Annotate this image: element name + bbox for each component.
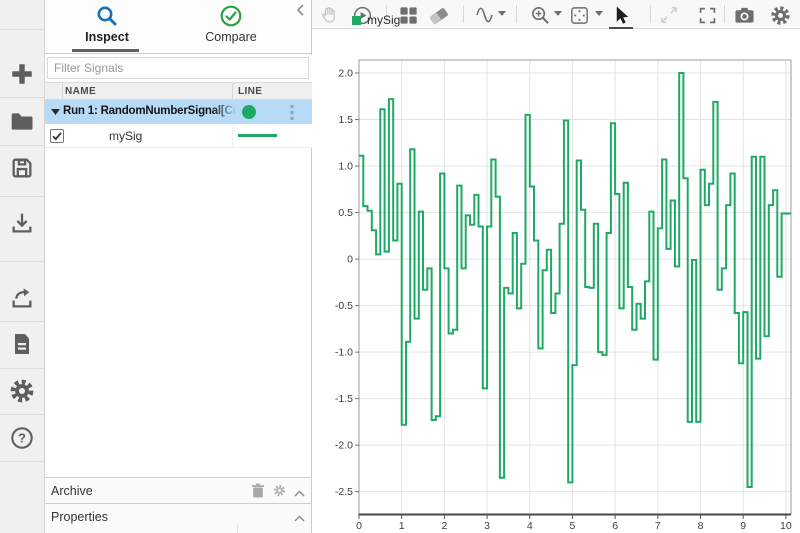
divider <box>62 83 63 100</box>
svg-text:7: 7 <box>655 520 661 532</box>
active-tab-indicator <box>72 49 139 52</box>
divider <box>0 196 44 197</box>
divider <box>232 124 233 147</box>
pan-hand-icon <box>316 3 340 27</box>
tab-compare[interactable]: Compare <box>169 4 293 44</box>
svg-text:-0.5: -0.5 <box>335 300 353 312</box>
svg-text:1.5: 1.5 <box>338 114 353 126</box>
run-label: Run 1: RandomNumberSignal[Curren <box>63 105 241 117</box>
svg-text:8: 8 <box>698 520 704 532</box>
archive-label: Archive <box>51 484 93 498</box>
divider <box>232 83 233 100</box>
svg-text:3: 3 <box>484 520 490 532</box>
properties-label: Properties <box>51 510 108 524</box>
collapse-up-icon[interactable] <box>294 484 305 502</box>
toolbar-divider <box>463 5 464 23</box>
divider <box>0 461 44 462</box>
help-icon[interactable]: ? <box>10 426 35 451</box>
filter-row <box>45 55 312 82</box>
toolbar-divider <box>516 5 517 23</box>
simulation-data-inspector-window: ? Inspect Compare Filter Signals NAME LI… <box>0 0 800 533</box>
left-toolstrip: ? <box>0 0 45 533</box>
magnifier-icon <box>45 4 169 28</box>
collapse-panel-icon[interactable] <box>296 4 306 16</box>
preferences-gear-icon[interactable] <box>9 378 35 404</box>
filter-signals-input[interactable] <box>47 57 309 79</box>
column-header-line: LINE <box>238 86 263 97</box>
svg-text:1.0: 1.0 <box>338 161 353 173</box>
divider <box>0 145 44 146</box>
plot-panel: mySig 0 1 2 3 4 5 6 7 8 9 10 -2.5 -2.0 -1.5 -1.0 -0.5 0 0… <box>312 0 800 533</box>
import-icon[interactable] <box>10 211 35 236</box>
svg-text:9: 9 <box>740 520 746 532</box>
check-circle-icon <box>169 4 293 28</box>
signal-trace-caret-icon[interactable] <box>498 11 506 16</box>
column-header-name: NAME <box>65 86 97 97</box>
create-report-icon[interactable] <box>10 332 34 356</box>
inspect-panel: Inspect Compare NAME <box>45 0 312 533</box>
svg-text:0: 0 <box>347 254 353 266</box>
export-icon[interactable] <box>10 286 35 311</box>
fit-to-view-icon[interactable] <box>567 3 591 27</box>
plot-legend: mySig <box>352 12 400 28</box>
divider <box>0 261 44 262</box>
trash-icon[interactable] <box>251 483 265 503</box>
archive-gear-icon[interactable] <box>273 484 286 502</box>
collapse-up-icon[interactable] <box>294 509 305 527</box>
signal-trace-icon[interactable] <box>474 3 498 27</box>
svg-text:2.0: 2.0 <box>338 68 353 80</box>
signal-line-swatch <box>238 134 277 137</box>
table-row-mysig[interactable]: mySig <box>45 124 312 148</box>
divider <box>0 414 44 415</box>
svg-text:-2.5: -2.5 <box>335 486 353 498</box>
svg-text:1: 1 <box>399 520 405 532</box>
toolbar-divider <box>724 5 725 23</box>
zoom-caret-icon[interactable] <box>554 11 562 16</box>
row-options-icon[interactable] <box>286 104 298 121</box>
divider <box>0 97 44 98</box>
pointer-tool-icon[interactable] <box>609 3 633 29</box>
svg-text:-1.5: -1.5 <box>335 393 353 405</box>
eraser-icon[interactable] <box>426 3 450 27</box>
plot-settings-gear-icon[interactable] <box>768 3 792 27</box>
add-icon[interactable] <box>9 61 35 87</box>
run-status-dot <box>242 105 256 119</box>
properties-section-header[interactable]: Properties <box>45 503 311 533</box>
legend-label: mySig <box>367 13 401 27</box>
archive-section-header[interactable]: Archive <box>45 477 311 503</box>
svg-text:0.5: 0.5 <box>338 207 353 219</box>
divider <box>0 368 44 369</box>
svg-text:5: 5 <box>570 520 576 532</box>
divider <box>0 29 44 30</box>
save-icon[interactable] <box>10 156 35 181</box>
tab-inspect[interactable]: Inspect <box>45 4 169 44</box>
svg-text:-2.0: -2.0 <box>335 440 353 452</box>
svg-text:-1.0: -1.0 <box>335 347 353 359</box>
open-folder-icon[interactable] <box>9 108 35 134</box>
fit-caret-icon[interactable] <box>595 11 603 16</box>
signal-name: mySig <box>109 129 143 143</box>
svg-text:4: 4 <box>527 520 533 532</box>
divider <box>0 321 44 322</box>
svg-text:10: 10 <box>780 520 792 532</box>
expand-caret-icon[interactable] <box>51 109 60 115</box>
svg-text:?: ? <box>18 430 26 445</box>
signal-plot[interactable]: 0 1 2 3 4 5 6 7 8 9 10 -2.5 -2.0 -1.5 -1.0 -0.5 0 0.5 1.0 1… <box>312 29 800 533</box>
snapshot-camera-icon[interactable] <box>732 3 756 27</box>
panel-tabbar: Inspect Compare <box>45 0 311 54</box>
fullscreen-icon[interactable] <box>695 3 719 27</box>
expand-arrows-icon <box>657 3 681 27</box>
divider <box>237 525 238 533</box>
legend-swatch <box>352 15 361 25</box>
zoom-in-icon[interactable] <box>528 3 552 27</box>
tab-compare-label: Compare <box>205 30 257 44</box>
svg-text:2: 2 <box>441 520 447 532</box>
table-row-run1[interactable]: Run 1: RandomNumberSignal[Curren <box>45 100 312 124</box>
toolbar-divider <box>650 5 651 23</box>
tab-inspect-label: Inspect <box>85 30 129 44</box>
svg-text:6: 6 <box>612 520 618 532</box>
mysig-checkbox[interactable] <box>50 129 64 143</box>
signal-table-header: NAME LINE <box>45 82 312 100</box>
svg-text:0: 0 <box>356 520 362 532</box>
